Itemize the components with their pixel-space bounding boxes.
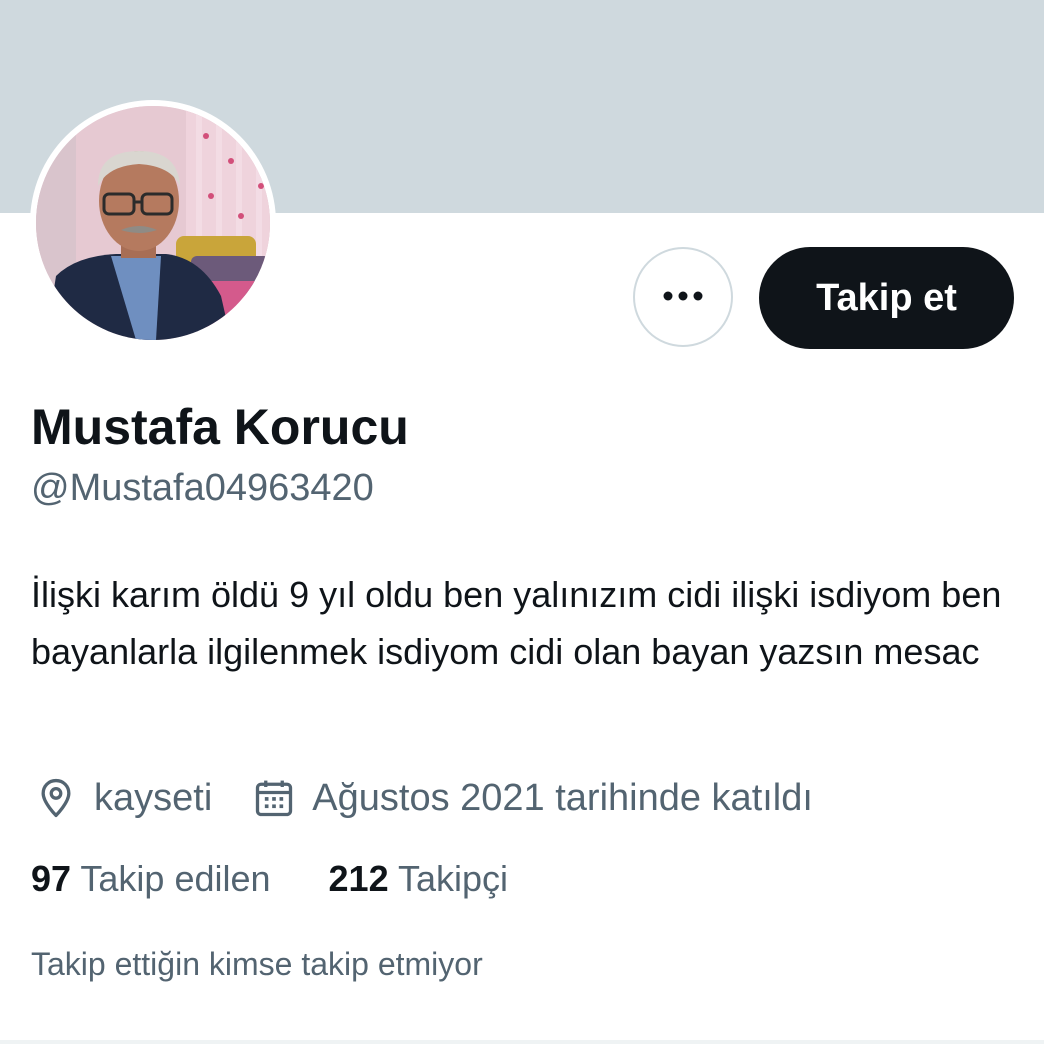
followers-link[interactable]: 212 Takipçi <box>329 858 508 900</box>
following-link[interactable]: 97 Takip edilen <box>31 858 271 900</box>
avatar-ring <box>30 100 276 346</box>
avatar[interactable] <box>36 106 270 340</box>
followers-count: 212 <box>328 858 389 899</box>
divider <box>0 1040 1044 1044</box>
profile-location: kayseti <box>94 776 213 819</box>
profile-bio: İlişki karım öldü 9 yıl oldu ben yalınız… <box>31 574 1002 672</box>
following-label: Takip edilen <box>80 858 271 899</box>
map-pin-icon <box>34 776 78 820</box>
profile-name: Mustafa Korucu <box>31 399 409 455</box>
followers-label: Takipçi <box>397 858 509 899</box>
more-options-button[interactable] <box>633 247 733 347</box>
mutual-followers-text: Takip ettiğin kimse takip etmiyor <box>31 946 483 982</box>
follow-button[interactable]: Takip et <box>759 247 1014 349</box>
profile-joined-date: Ağustos 2021 tarihinde katıldı <box>312 776 813 819</box>
profile-stats: 97 Takip edilen 212 Takipçi <box>31 858 508 900</box>
following-count: 97 <box>31 858 72 899</box>
calendar-icon <box>252 776 296 820</box>
more-horizontal-icon <box>663 288 703 306</box>
profile-meta: kayseti Ağustos 2021 tarihinde katıldı <box>34 770 813 826</box>
profile-handle: @Mustafa04963420 <box>31 467 374 509</box>
